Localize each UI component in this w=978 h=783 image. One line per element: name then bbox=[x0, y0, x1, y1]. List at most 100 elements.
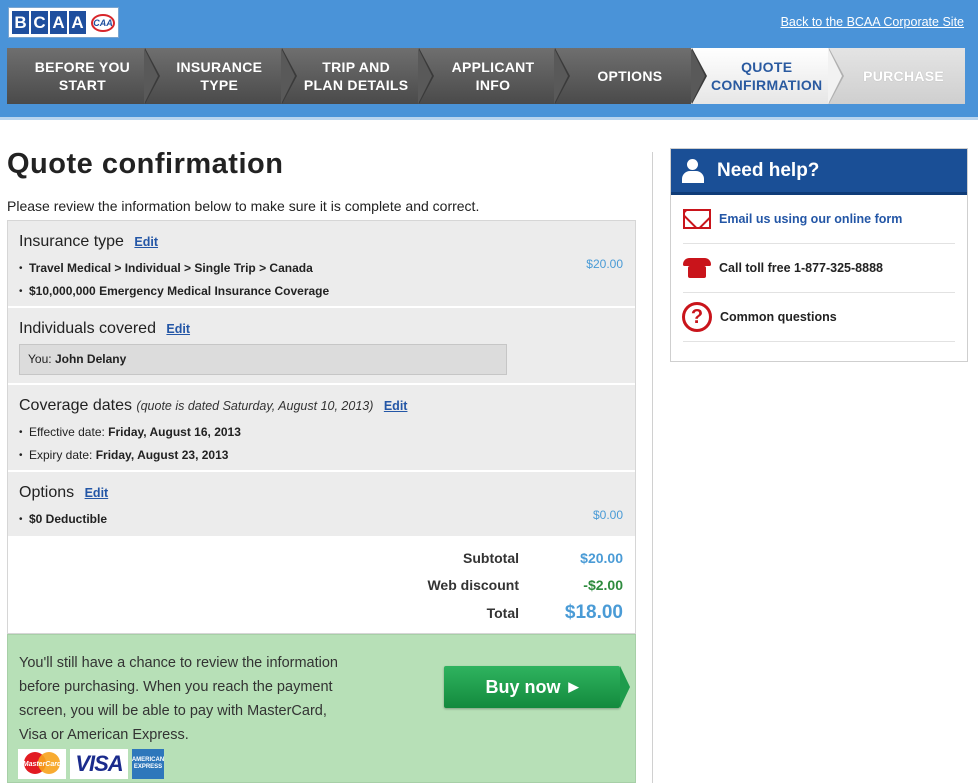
step-label-line: CONFIRMATION bbox=[711, 77, 823, 93]
logo-letter: A bbox=[50, 11, 67, 34]
list-item: Effective date: Friday, August 16, 2013 bbox=[19, 421, 625, 444]
email-form-link[interactable]: Email us using our online form bbox=[719, 212, 902, 226]
step-options[interactable]: OPTIONS bbox=[554, 48, 708, 104]
step-label: INSURANCE TYPE bbox=[176, 58, 262, 94]
section-heading: Insurance type bbox=[19, 233, 124, 250]
detail-list: Travel Medical > Individual > Single Tri… bbox=[19, 257, 625, 303]
purchase-message: You'll still have a chance to review the… bbox=[19, 655, 338, 743]
mastercard-text: MasterCard bbox=[22, 760, 62, 768]
subtotal-label: Subtotal bbox=[463, 550, 519, 566]
help-questions-item[interactable]: ? Common questions bbox=[682, 293, 955, 342]
caa-badge: CAA bbox=[91, 13, 115, 32]
quote-summary: Insurance type Edit Travel Medical > Ind… bbox=[7, 220, 636, 537]
step-insurance-type[interactable]: INSURANCE TYPE bbox=[143, 48, 297, 104]
detail-list: $0 Deductible bbox=[19, 508, 625, 531]
section-individuals-covered: Individuals covered Edit You: John Delan… bbox=[8, 308, 635, 385]
buy-now-button[interactable]: Buy now ▶ bbox=[444, 666, 630, 708]
step-applicant-info[interactable]: APPLICANT INFO bbox=[417, 48, 571, 104]
detail-value: Travel Medical > Individual > Single Tri… bbox=[29, 261, 313, 275]
step-label-line: INSURANCE bbox=[176, 59, 263, 75]
detail-list: Effective date: Friday, August 16, 2013 … bbox=[19, 421, 625, 467]
detail-value: $10,000,000 Emergency Medical Insurance … bbox=[29, 284, 330, 298]
options-price: $0.00 bbox=[592, 508, 623, 522]
detail-label: Effective date: bbox=[29, 425, 105, 439]
logo-letter: B bbox=[12, 11, 29, 34]
expiry-date: Friday, August 23, 2013 bbox=[95, 448, 229, 462]
section-heading: Coverage dates bbox=[19, 397, 132, 414]
corporate-site-link[interactable]: Back to the BCAA Corporate Site bbox=[781, 15, 964, 29]
visa-logo: VISA bbox=[70, 749, 128, 779]
help-panel: Need help? Email us using our online for… bbox=[670, 148, 968, 362]
total-value: $18.00 bbox=[564, 602, 623, 623]
list-item: $10,000,000 Emergency Medical Insurance … bbox=[19, 280, 625, 303]
step-quote-confirmation: QUOTE CONFIRMATION bbox=[691, 48, 844, 104]
site-header: B C A A CAA Back to the BCAA Corporate S… bbox=[0, 0, 978, 120]
step-label: APPLICANT INFO bbox=[452, 58, 535, 94]
section-insurance-type: Insurance type Edit Travel Medical > Ind… bbox=[8, 221, 635, 308]
section-heading: Individuals covered bbox=[19, 320, 156, 337]
step-label: BEFORE YOU START bbox=[35, 58, 130, 94]
subtotal-value: $20.00 bbox=[580, 550, 623, 566]
column-divider bbox=[652, 152, 653, 783]
help-phone-item: Call toll free 1-877-325-8888 bbox=[683, 244, 955, 293]
phone-icon bbox=[683, 258, 711, 278]
total-label: Total bbox=[486, 605, 519, 621]
section-coverage-dates: Coverage dates (quote is dated Saturday,… bbox=[8, 385, 635, 472]
section-options: Options Edit $0 Deductible $0.00 bbox=[8, 472, 635, 536]
mastercard-logo: MasterCard bbox=[18, 749, 66, 779]
section-heading: Options bbox=[19, 484, 75, 501]
step-before-you-start[interactable]: BEFORE YOU START bbox=[7, 48, 160, 104]
edit-options-link[interactable]: Edit bbox=[85, 486, 109, 500]
help-email-item[interactable]: Email us using our online form bbox=[683, 195, 955, 244]
question-mark-icon: ? bbox=[682, 302, 712, 332]
step-trip-and-plan-details[interactable]: TRIP AND PLAN DETAILS bbox=[280, 48, 434, 104]
edit-coverage-dates-link[interactable]: Edit bbox=[384, 399, 408, 413]
step-label: QUOTE CONFIRMATION bbox=[711, 58, 822, 94]
play-arrow-icon: ▶ bbox=[568, 679, 579, 694]
step-label-line: TYPE bbox=[200, 77, 239, 93]
insurance-price: $20.00 bbox=[586, 257, 623, 271]
step-label-line: APPLICANT bbox=[451, 59, 535, 75]
step-label-line: PLAN DETAILS bbox=[303, 77, 409, 93]
discount-row: Web discount -$2.00 bbox=[379, 577, 623, 593]
individual-entry: You: John Delany bbox=[19, 344, 507, 375]
step-label-line: BEFORE YOU bbox=[34, 59, 131, 75]
accepted-cards: MasterCard VISA AMERICAN EXPRESS bbox=[18, 749, 164, 779]
step-purchase: PURCHASE bbox=[828, 48, 966, 104]
help-header: Need help? bbox=[671, 149, 967, 195]
intro-text: Please review the information below to m… bbox=[7, 198, 480, 214]
effective-date: Friday, August 16, 2013 bbox=[108, 425, 241, 439]
individual-name: John Delany bbox=[54, 352, 127, 366]
page-title: Quote confirmation bbox=[7, 148, 284, 180]
logo-letter: A bbox=[69, 11, 86, 34]
support-agent-icon bbox=[679, 157, 707, 185]
totals-panel: Subtotal $20.00 Web discount -$2.00 Tota… bbox=[7, 536, 636, 634]
buy-now-label: Buy now bbox=[485, 676, 561, 697]
phone-number-text: Call toll free 1-877-325-8888 bbox=[719, 261, 883, 275]
quote-date-note: (quote is dated Saturday, August 10, 201… bbox=[136, 399, 374, 413]
list-item: Expiry date: Friday, August 23, 2013 bbox=[19, 444, 625, 467]
step-label: TRIP AND PLAN DETAILS bbox=[304, 58, 408, 94]
edit-individuals-link[interactable]: Edit bbox=[166, 322, 190, 336]
discount-value: -$2.00 bbox=[583, 577, 623, 593]
bcaa-logo[interactable]: B C A A CAA bbox=[8, 7, 119, 38]
common-questions-link[interactable]: Common questions bbox=[720, 310, 837, 324]
step-label-line: TRIP AND bbox=[322, 59, 391, 75]
step-label-line: INFO bbox=[475, 77, 511, 93]
purchase-panel: You'll still have a chance to review the… bbox=[7, 634, 636, 783]
list-item: Travel Medical > Individual > Single Tri… bbox=[19, 257, 625, 280]
envelope-icon bbox=[683, 209, 711, 229]
discount-label: Web discount bbox=[427, 577, 519, 593]
step-label-line: START bbox=[58, 77, 106, 93]
help-title: Need help? bbox=[717, 159, 820, 181]
step-label: PURCHASE bbox=[863, 68, 945, 84]
logo-letter: C bbox=[31, 11, 48, 34]
progress-steps: BEFORE YOU START INSURANCE TYPE TRIP AND PL… bbox=[7, 48, 966, 104]
detail-label: Expiry date: bbox=[29, 448, 93, 462]
subtotal-row: Subtotal $20.00 bbox=[379, 550, 623, 566]
step-label-line: QUOTE bbox=[741, 59, 793, 75]
total-row: Total $18.00 bbox=[379, 602, 623, 624]
individual-prefix: You: bbox=[28, 352, 52, 366]
list-item: $0 Deductible bbox=[19, 508, 625, 531]
edit-insurance-type-link[interactable]: Edit bbox=[134, 235, 158, 249]
